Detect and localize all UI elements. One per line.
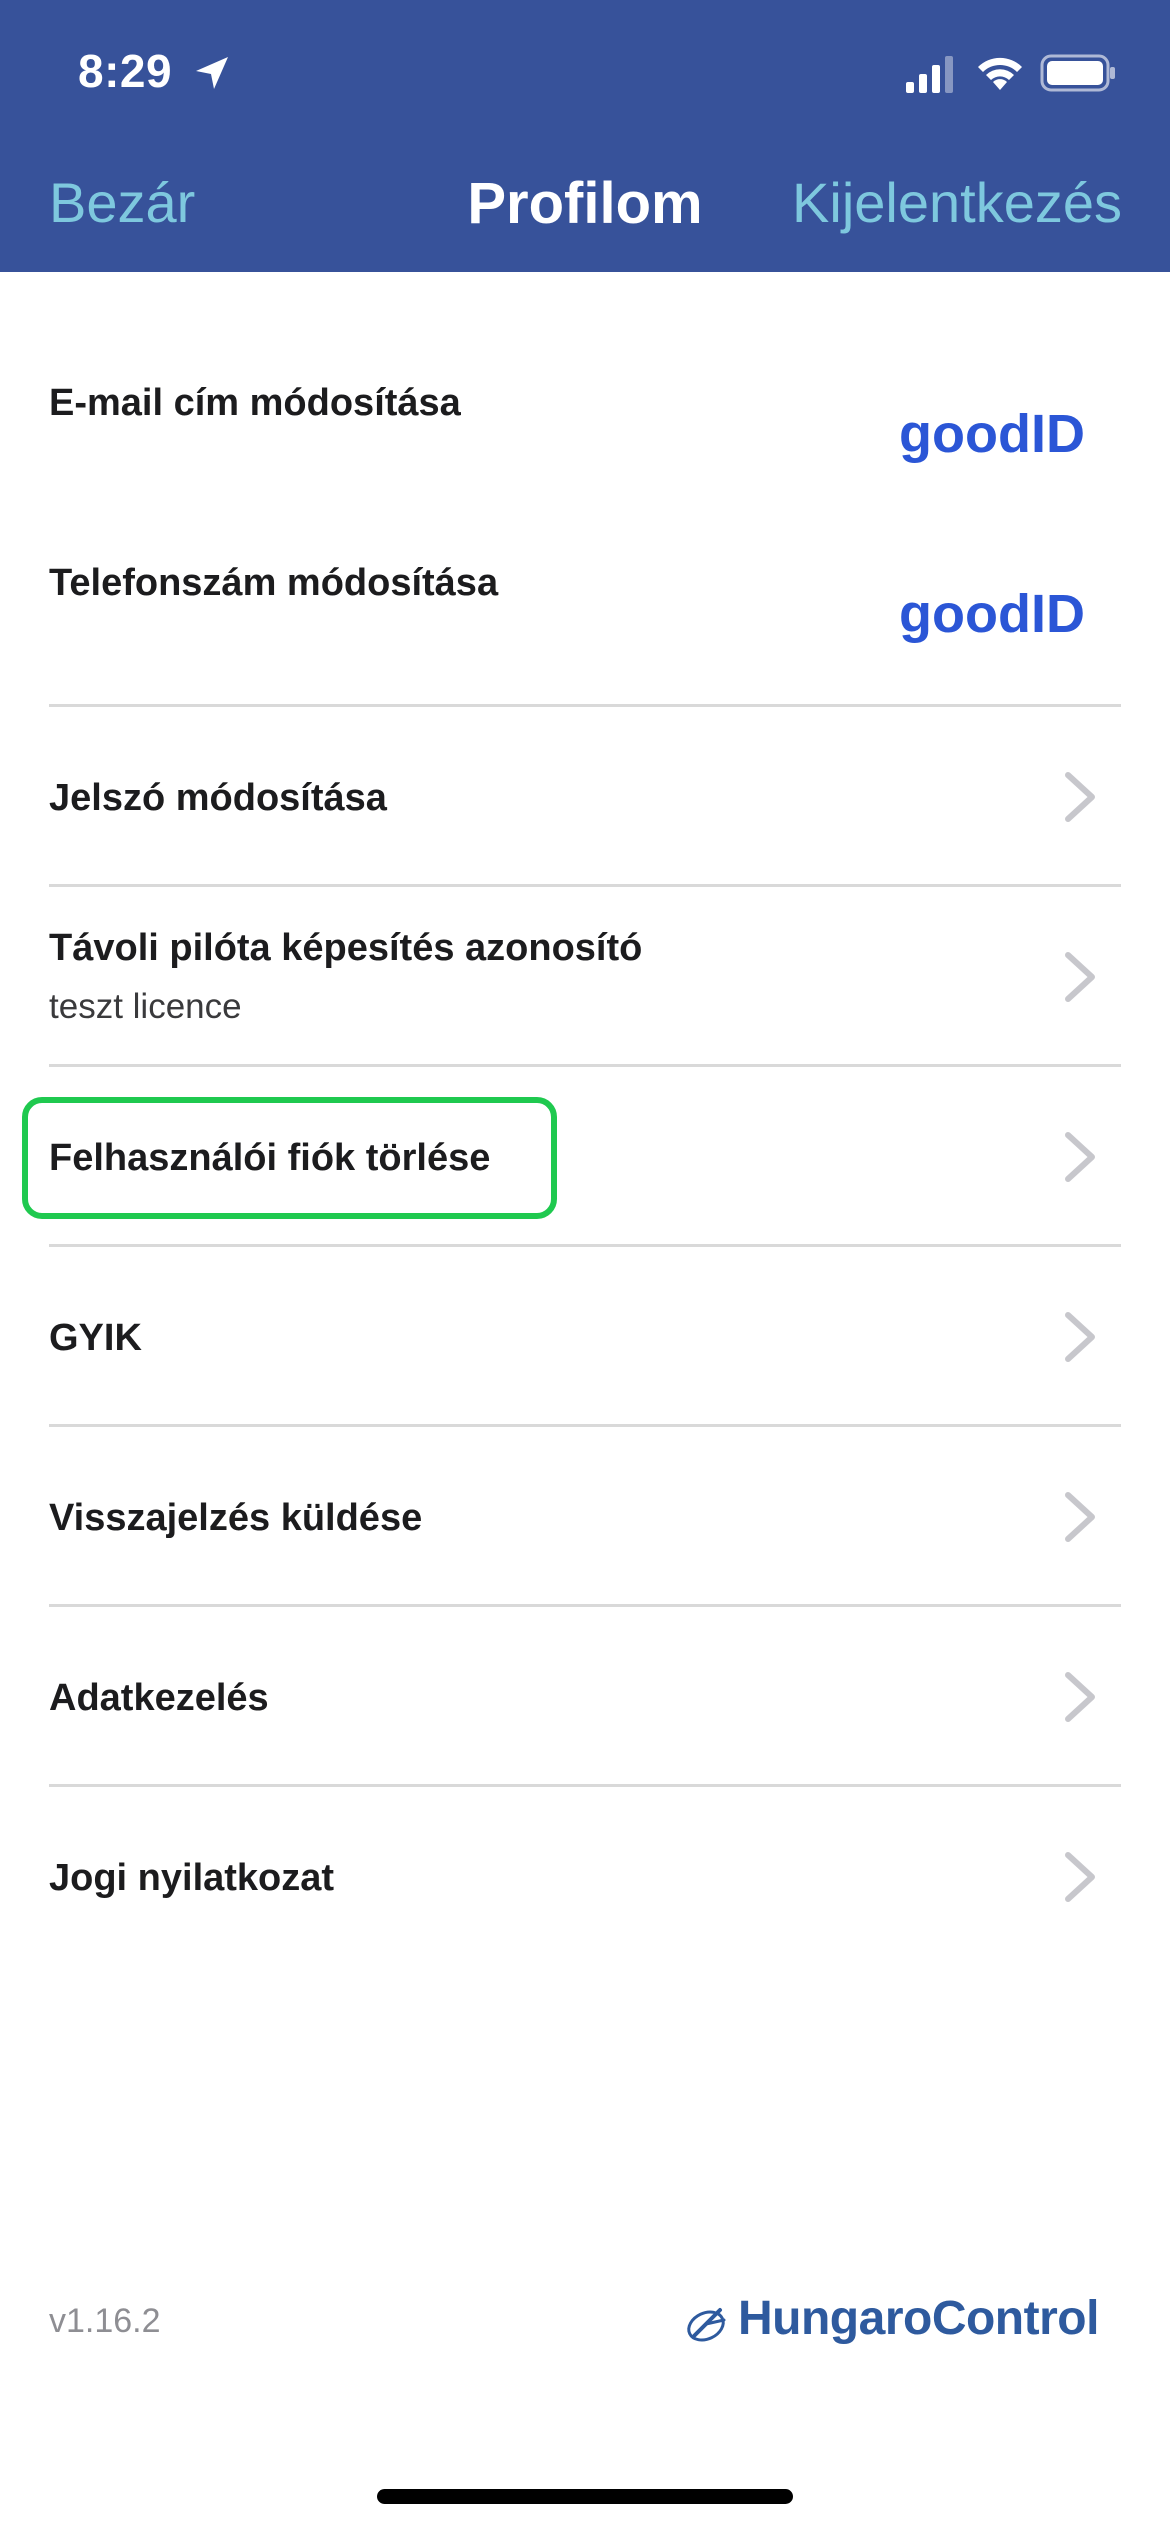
highlight-box: [22, 1097, 557, 1219]
menu-item-label: E-mail cím módosítása: [49, 382, 461, 424]
header: 8:29 Bezár Profilom Kijelentkezés: [0, 0, 1170, 272]
chevron-right-icon: [1065, 1852, 1095, 1902]
menu-item-sublabel: teszt licence: [49, 987, 242, 1026]
wifi-icon: [978, 57, 1022, 90]
menu-item-label: Telefonszám módosítása: [49, 562, 499, 604]
chevron-right-icon: [1065, 772, 1095, 822]
chevron-right-icon: [1065, 1672, 1095, 1722]
chevron-right-icon: [1065, 952, 1095, 1002]
menu-item-label: Visszajelzés küldése: [49, 1497, 423, 1539]
battery-icon: [1040, 54, 1115, 92]
menu-item-change-password[interactable]: Jelszó módosítása: [0, 707, 1170, 887]
location-arrow-icon: [196, 57, 228, 89]
cellular-signal-icon: [906, 56, 953, 93]
menu-item-label: Jogi nyilatkozat: [49, 1857, 335, 1899]
menu-item-label: Jelszó módosítása: [49, 777, 387, 819]
menu-item-faq[interactable]: GYIK: [0, 1247, 1170, 1427]
menu-item-label: Adatkezelés: [49, 1677, 269, 1719]
goodid-logo-text: goodID: [899, 584, 1085, 644]
status-bar: 8:29: [0, 0, 1170, 150]
chevron-right-icon: [1065, 1132, 1095, 1182]
goodid-logo-text: goodID: [899, 404, 1085, 464]
logout-button[interactable]: Kijelentkezés: [792, 170, 1122, 235]
menu-item-legal-notice[interactable]: Jogi nyilatkozat: [0, 1787, 1170, 1967]
profile-screen: 8:29 Bezár Profilom Kijelentkezés E-mail…: [0, 0, 1170, 2532]
app-version: v1.16.2: [49, 2302, 161, 2340]
menu-item-privacy[interactable]: Adatkezelés: [0, 1607, 1170, 1787]
brand-name: HungaroControl: [738, 2292, 1099, 2345]
menu-item-change-phone[interactable]: Telefonszám módosítása goodID: [0, 527, 1170, 707]
menu-item-label: GYIK: [49, 1317, 142, 1359]
menu-item-change-email[interactable]: E-mail cím módosítása goodID: [0, 272, 1170, 707]
chevron-right-icon: [1065, 1312, 1095, 1362]
status-time: 8:29: [78, 45, 173, 97]
menu-item-label: Távoli pilóta képesítés azonosító: [49, 927, 643, 969]
goodid-logo-icon: goodID: [899, 404, 1085, 464]
chevron-right-icon: [1065, 1492, 1095, 1542]
menu-item-send-feedback[interactable]: Visszajelzés küldése: [0, 1427, 1170, 1607]
home-indicator[interactable]: [377, 2489, 793, 2504]
menu-item-pilot-license[interactable]: Távoli pilóta képesítés azonosító teszt …: [0, 887, 1170, 1067]
goodid-logo-icon: goodID: [899, 584, 1085, 644]
